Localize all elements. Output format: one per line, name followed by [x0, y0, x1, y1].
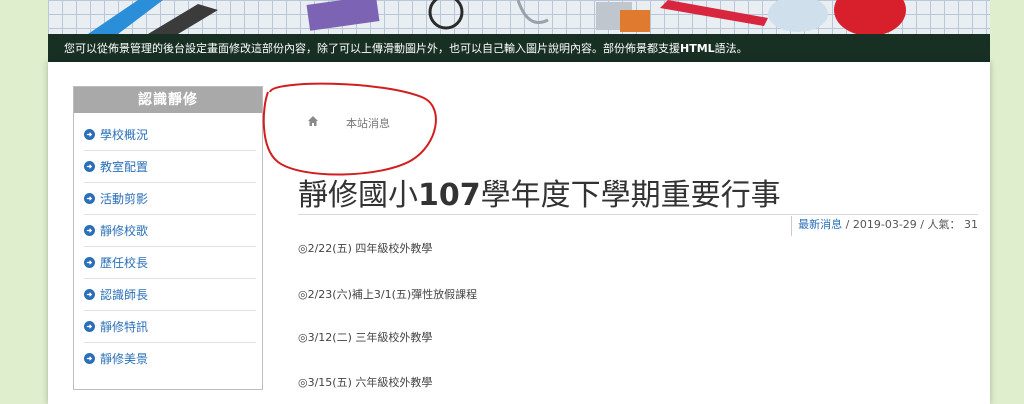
- article-meta: 最新消息 / 2019-03-29 / 人氣： 31: [791, 216, 978, 236]
- sidebar-item-label[interactable]: 靜修特訊: [100, 318, 148, 335]
- sidebar-item[interactable]: 認識師長: [84, 279, 256, 311]
- content-line: ◎3/12(二) 三年級校外教學: [298, 331, 433, 344]
- sidebar-list: 學校概況 教室配置 活動剪影 靜修校歌 歷任校長 認識師長 靜修特訊 靜修美景: [74, 119, 262, 374]
- circle-arrow-right-icon: [84, 353, 95, 364]
- sidebar-item[interactable]: 靜修校歌: [84, 215, 256, 247]
- banner-stationery-illustration: [88, 0, 906, 34]
- banner-caption: 您可以從佈景管理的後台設定畫面修改這部份內容，除了可以上傳滑動圖片外，也可以自己…: [64, 42, 748, 55]
- sidebar-title: 認識靜修: [74, 87, 262, 113]
- content-line: ◎2/22(五) 四年級校外教學: [298, 242, 433, 255]
- sidebar-item[interactable]: 歷任校長: [84, 247, 256, 279]
- banner-caption-bar: 您可以從佈景管理的後台設定畫面修改這部份內容，除了可以上傳滑動圖片外，也可以自己…: [48, 34, 990, 62]
- sidebar-item-label[interactable]: 學校概況: [100, 126, 148, 143]
- sidebar-item-label[interactable]: 歷任校長: [100, 254, 148, 271]
- sidebar-item[interactable]: 活動剪影: [84, 183, 256, 215]
- sidebar-menu: 認識靜修 學校概況 教室配置 活動剪影 靜修校歌 歷任校長 認識師長 靜修特訊 …: [73, 86, 263, 390]
- sidebar-item-label[interactable]: 活動剪影: [100, 190, 148, 207]
- circle-arrow-right-icon: [84, 129, 95, 140]
- header-banner: 您可以從佈景管理的後台設定畫面修改這部份內容，除了可以上傳滑動圖片外，也可以自己…: [48, 0, 990, 62]
- sidebar-item-label[interactable]: 靜修校歌: [100, 222, 148, 239]
- sidebar-item-label[interactable]: 靜修美景: [100, 350, 148, 367]
- sidebar-item[interactable]: 學校概況: [84, 119, 256, 151]
- sidebar-item[interactable]: 靜修美景: [84, 343, 256, 374]
- circle-arrow-right-icon: [84, 161, 95, 172]
- circle-arrow-right-icon: [84, 321, 95, 332]
- content-line: ◎3/15(五) 六年級校外教學: [298, 376, 433, 389]
- circle-arrow-right-icon: [84, 193, 95, 204]
- content-line: ◎2/23(六)補上3/1(五)彈性放假課程: [298, 288, 478, 301]
- sidebar-item-label[interactable]: 認識師長: [100, 286, 148, 303]
- category-link[interactable]: 最新消息: [798, 218, 842, 231]
- circle-arrow-right-icon: [84, 289, 95, 300]
- sidebar-item-label[interactable]: 教室配置: [100, 158, 148, 175]
- circle-arrow-right-icon: [84, 257, 95, 268]
- sidebar-item[interactable]: 教室配置: [84, 151, 256, 183]
- sidebar-item[interactable]: 靜修特訊: [84, 311, 256, 343]
- meta-date-views: / 2019-03-29 / 人氣： 31: [842, 218, 978, 231]
- page-title: 靜修國小107學年度下學期重要行事: [298, 178, 781, 213]
- circle-arrow-right-icon: [84, 225, 95, 236]
- title-divider: [298, 214, 978, 215]
